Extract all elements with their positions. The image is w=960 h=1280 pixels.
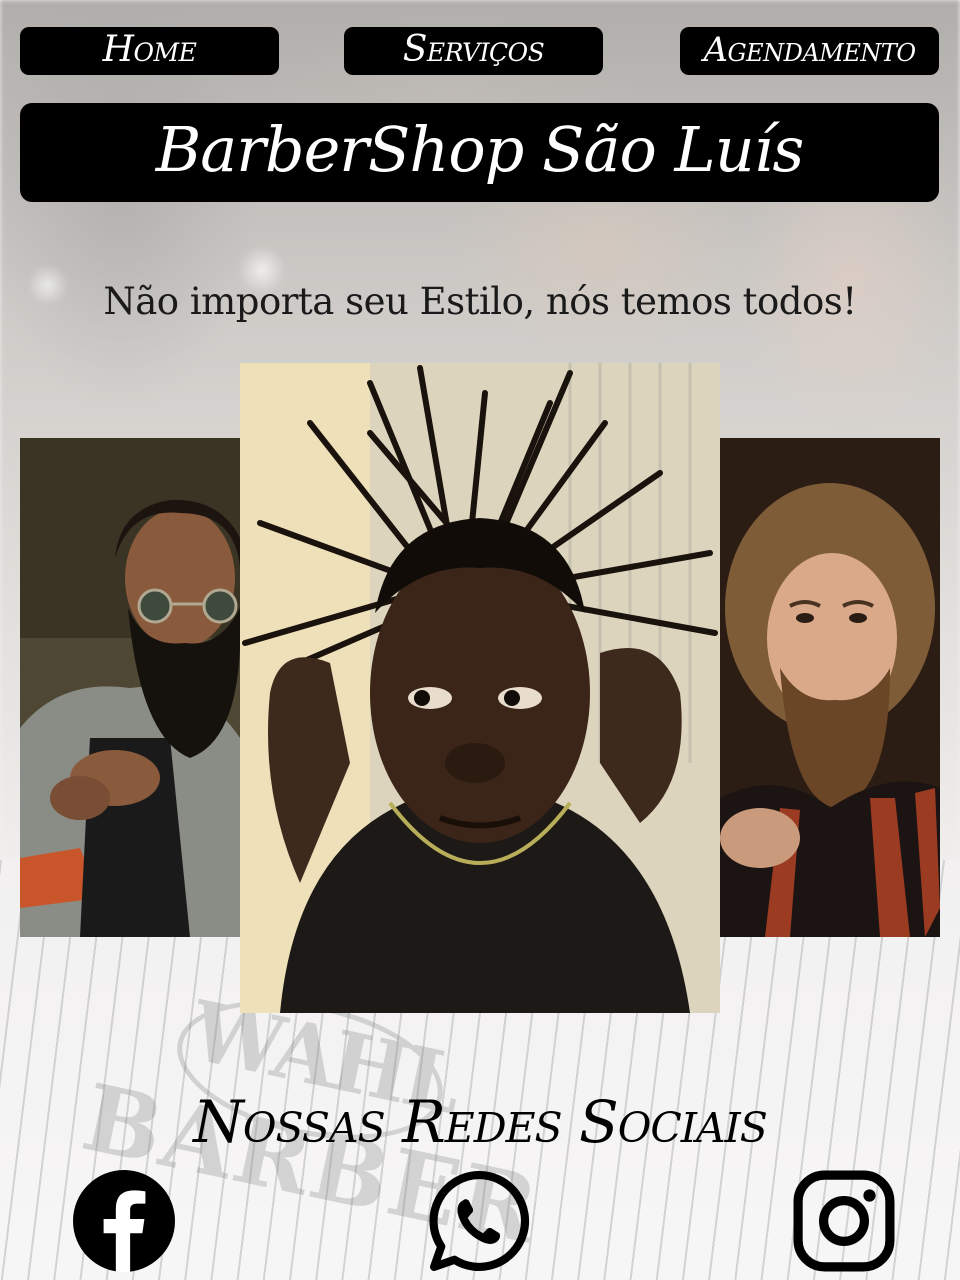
photo-long-haired-bearded-man [720, 438, 940, 937]
photo-right-illustration [720, 438, 940, 937]
photo-center-illustration [240, 363, 720, 1013]
social-section-title: Nossas Redes Sociais [193, 1088, 768, 1156]
photo-man-with-twist-braids [240, 363, 720, 1013]
photo-bearded-man-sunglasses [20, 438, 240, 937]
page-title: BarberShop São Luís [20, 103, 939, 202]
whatsapp-icon [429, 1171, 530, 1271]
nav-servicos-button[interactable]: Serviços [344, 27, 603, 75]
nav-agendamento-button[interactable]: Agendamento [680, 27, 939, 75]
instagram-link[interactable] [793, 1170, 895, 1272]
nav-home-button[interactable]: Home [20, 27, 279, 75]
slogan-text: Não importa seu Estilo, nós temos todos! [103, 280, 857, 323]
facebook-link[interactable] [73, 1170, 175, 1272]
whatsapp-link[interactable] [428, 1170, 530, 1272]
instagram-icon [793, 1170, 895, 1272]
photo-left-illustration [20, 438, 240, 937]
facebook-icon [73, 1170, 175, 1272]
